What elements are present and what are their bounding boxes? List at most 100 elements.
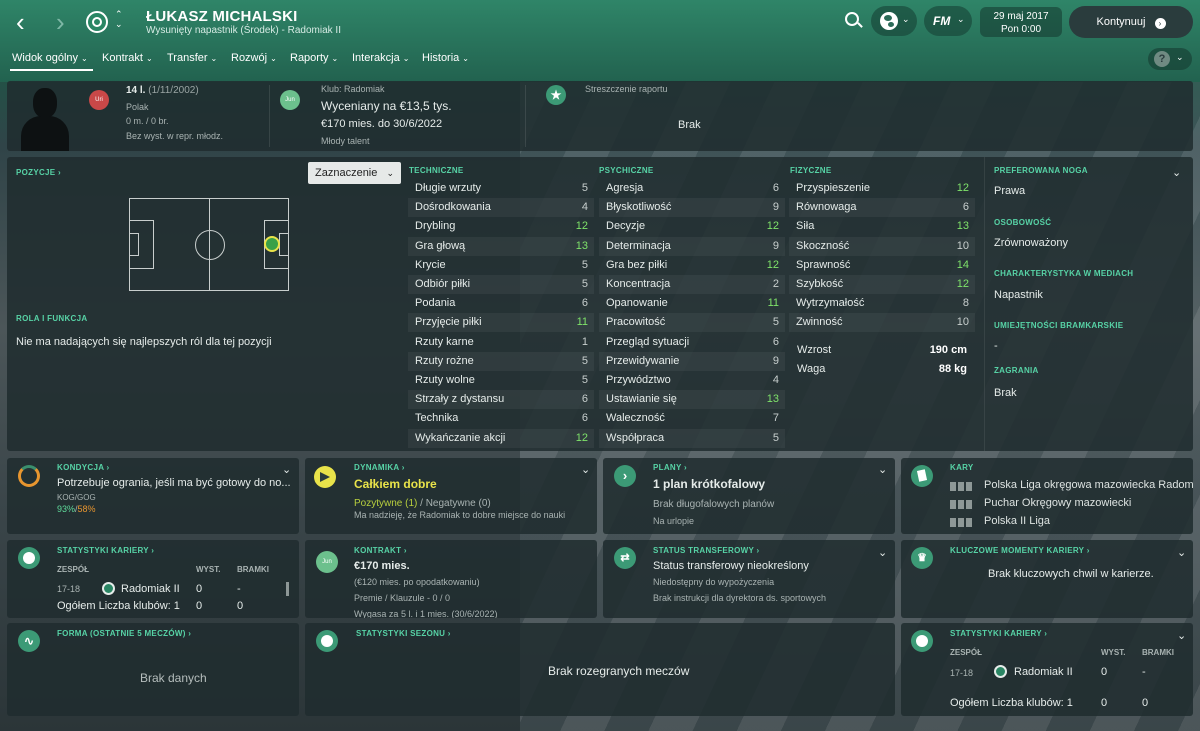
tab-transfer[interactable]: Transfer ⌄ [167, 52, 217, 64]
attribute-row[interactable]: Drybling 12 [408, 217, 594, 236]
attribute-row[interactable]: Przyspieszenie 12 [789, 179, 975, 198]
attribute-row[interactable]: Sprawność 14 [789, 256, 975, 275]
attribute-row[interactable]: Waleczność 7 [599, 409, 785, 428]
chevron-down-icon[interactable]: ⌄ [1177, 629, 1186, 642]
search-icon[interactable] [845, 12, 863, 28]
attribute-row[interactable]: Szybkość 12 [789, 275, 975, 294]
moments-label[interactable]: KLUCZOWE MOMENTY KARIERY › [950, 546, 1090, 555]
attribute-row[interactable]: Determinacja 9 [599, 236, 785, 256]
attribute-row[interactable]: Odbiór piłki 5 [408, 275, 594, 294]
chevron-down-icon[interactable]: ⌄ [878, 463, 887, 476]
club-label[interactable]: Klub: Radomiak [321, 84, 385, 94]
attribute-row[interactable]: Agresja 6 [599, 179, 785, 198]
attribute-value: 12 [575, 220, 588, 233]
forward-arrow-icon[interactable]: › [56, 9, 65, 35]
chevron-down-icon[interactable]: ⌄ [1177, 546, 1186, 559]
tab-label: Interakcja [352, 52, 400, 64]
tab-reports[interactable]: Raporty ⌄ [290, 52, 338, 64]
fm-logo: FM [933, 14, 951, 28]
attribute-row[interactable]: Współpraca 5 [599, 428, 785, 448]
player-name: ŁUKASZ MICHALSKI [146, 8, 298, 25]
attribute-row[interactable]: Krycie 5 [408, 256, 594, 275]
attribute-row[interactable]: Ustawianie się 13 [599, 390, 785, 410]
tab-interaction[interactable]: Interakcja ⌄ [352, 52, 409, 64]
chevron-down-icon: ⌄ [957, 14, 965, 24]
attribute-row[interactable]: Gra głową 13 [408, 236, 594, 256]
positions-label[interactable]: POZYCJE › [16, 168, 61, 177]
help-button[interactable]: ? ⌄ [1148, 48, 1192, 70]
attribute-row[interactable]: Strzały z dystansu 6 [408, 390, 594, 410]
attribute-row[interactable]: Przyjęcie piłki 11 [408, 313, 594, 333]
attribute-row[interactable]: Wytrzymałość 8 [789, 294, 975, 313]
career2-label[interactable]: STATYSTYKI KARIERY › [950, 629, 1047, 638]
attribute-value: 7 [772, 412, 779, 425]
attribute-name: Krycie [415, 258, 446, 271]
attribute-row[interactable]: Rzuty rożne 5 [408, 351, 594, 371]
cards-box: KARY Polska Liga okręgowa mazowiecka Rad… [901, 458, 1193, 534]
continue-button[interactable]: Kontynuuj › [1069, 6, 1193, 38]
transfer-arrows-icon: ⇄ [614, 547, 636, 569]
attribute-name: Przywództwo [606, 374, 671, 386]
attribute-row[interactable]: Równowaga 6 [789, 198, 975, 218]
chevron-down-icon[interactable]: ⌄ [282, 463, 291, 476]
attribute-row[interactable]: Błyskotliwość 9 [599, 198, 785, 218]
chevron-down-icon[interactable]: ⌄ [1172, 166, 1181, 179]
attribute-row[interactable]: Koncentracja 2 [599, 275, 785, 294]
attribute-row[interactable]: Pracowitość 5 [599, 313, 785, 333]
back-arrow-icon[interactable]: ‹ [16, 9, 25, 35]
attribute-name: Opanowanie [606, 297, 668, 310]
club-link[interactable]: Radomiak II [1014, 666, 1073, 678]
attribute-row[interactable]: Opanowanie 11 [599, 294, 785, 313]
attribute-row[interactable]: Przewidywanie 9 [599, 351, 785, 371]
selection-dropdown[interactable]: Zaznaczenie ⌄ [308, 162, 401, 184]
tab-history[interactable]: Historia ⌄ [422, 52, 469, 64]
condition-ring-icon [18, 465, 40, 487]
attribute-value: 6 [962, 201, 969, 214]
scrollbar[interactable] [286, 582, 289, 596]
world-menu-button[interactable]: ⌄ [871, 6, 917, 36]
attribute-row[interactable]: Dośrodkowania 4 [408, 198, 594, 218]
season-label[interactable]: STATYSTYKI SEZONU › [356, 629, 451, 638]
attribute-row[interactable]: Długie wrzuty 5 [408, 179, 594, 198]
attribute-row[interactable]: Decyzje 12 [599, 217, 785, 236]
attribute-row[interactable]: Przywództwo 4 [599, 371, 785, 390]
club-link[interactable]: Radomiak II [121, 583, 180, 595]
contract-label[interactable]: KONTRAKT › [354, 546, 407, 555]
tab-label: Rozwój [231, 52, 268, 64]
transfer-label[interactable]: STATUS TRANSFEROWY › [653, 546, 759, 555]
attribute-row[interactable]: Wykańczanie akcji 12 [408, 428, 594, 448]
dynamics-label[interactable]: DYNAMIKA › [354, 463, 405, 472]
cards-row[interactable]: Polska Liga okręgowa mazowiecka Radom [950, 479, 1193, 495]
chevron-down-icon[interactable]: ⌄ [878, 546, 887, 559]
plans-label[interactable]: PLANY › [653, 463, 687, 472]
attribute-row[interactable]: Rzuty karne 1 [408, 333, 594, 352]
attribute-row[interactable]: Rzuty wolne 5 [408, 371, 594, 390]
form-label[interactable]: FORMA (OSTATNIE 5 MECZÓW) › [57, 629, 191, 638]
club-crest-icon[interactable] [86, 11, 108, 33]
attribute-row[interactable]: Siła 13 [789, 217, 975, 236]
attribute-row[interactable]: Gra bez piłki 12 [599, 256, 785, 275]
card-count-icon [950, 500, 972, 509]
kog-label: KOG/GOG [57, 493, 96, 502]
attribute-row[interactable]: Podania 6 [408, 294, 594, 313]
condition-label[interactable]: KONDYCJA › [57, 463, 110, 472]
date-display[interactable]: 29 maj 2017 Pon 0:00 [980, 7, 1062, 37]
chevron-down-icon[interactable]: ⌄ [581, 463, 590, 476]
attribute-row[interactable]: Zwinność 10 [789, 313, 975, 333]
globe-icon [880, 12, 898, 30]
attribute-row[interactable]: Skoczność 10 [789, 236, 975, 256]
attribute-row[interactable]: Technika 6 [408, 409, 594, 428]
switch-player-icon[interactable]: ⌃ ⌄ [115, 9, 123, 29]
ball-icon [18, 547, 40, 569]
career-label[interactable]: STATYSTYKI KARIERY › [57, 546, 154, 555]
tab-overview[interactable]: Widok ogólny ⌄ [12, 52, 88, 64]
card-count-icon [950, 518, 972, 527]
cards-row[interactable]: Polska II Liga [950, 515, 1190, 531]
attribute-row[interactable]: Przegląd sytuacji 6 [599, 333, 785, 352]
cards-row[interactable]: Puchar Okręgowy mazowiecki [950, 497, 1190, 513]
season: 17-18 [950, 668, 974, 678]
fm-menu-button[interactable]: FM ⌄ [924, 6, 972, 36]
plans-line1: Brak długofalowych planów [653, 499, 775, 510]
tab-development[interactable]: Rozwój ⌄ [231, 52, 277, 64]
tab-contract[interactable]: Kontrakt ⌄ [102, 52, 153, 64]
